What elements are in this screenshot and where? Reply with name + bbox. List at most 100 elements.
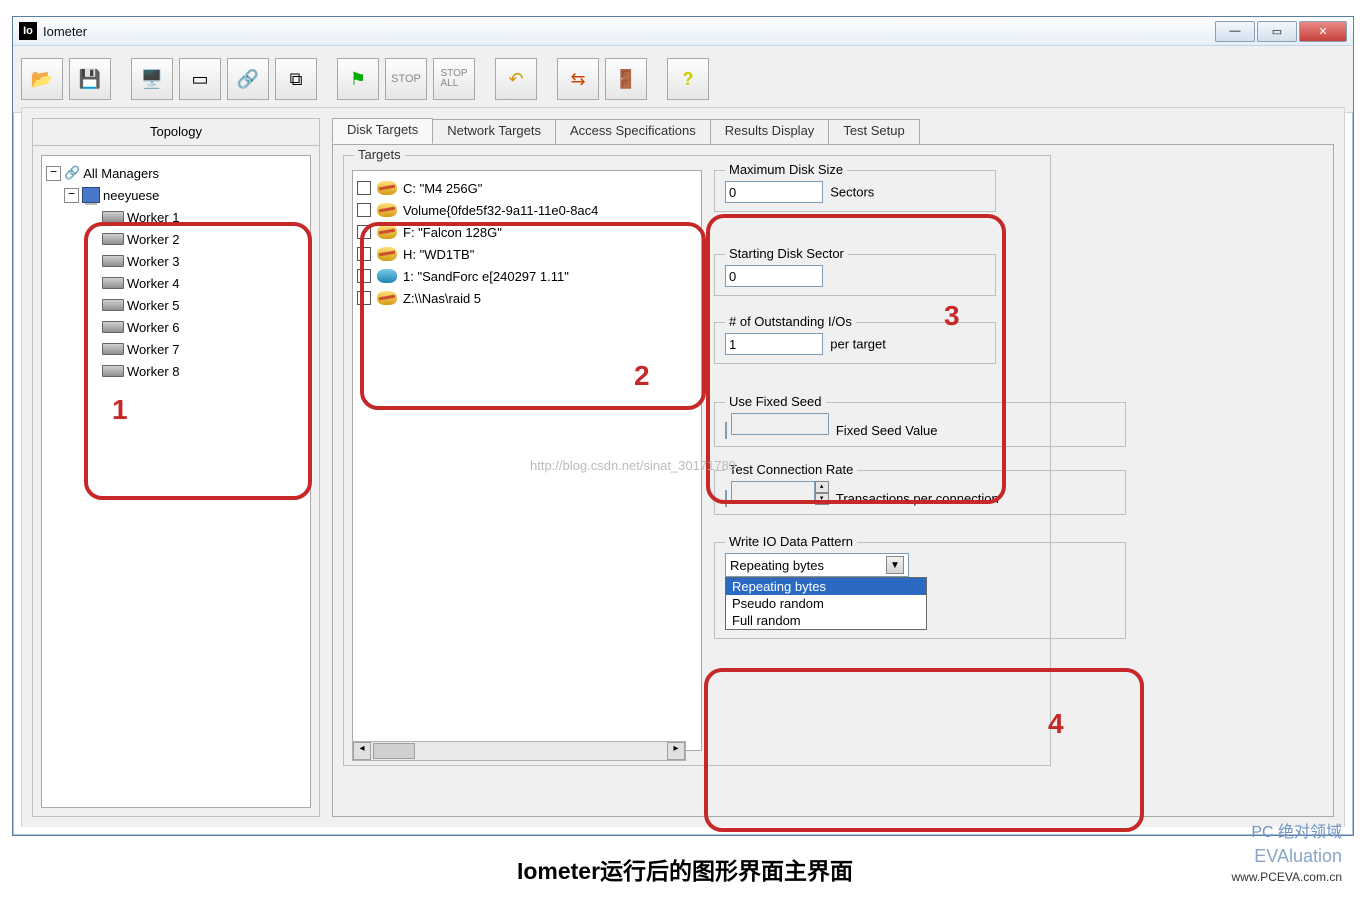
target-label: H: "WD1TB" bbox=[403, 247, 474, 262]
target-label: 1: "SandForc e[240297 1.11" bbox=[403, 269, 569, 284]
exit-icon: 🚪 bbox=[615, 69, 637, 90]
all-managers-icon: 🔗 bbox=[64, 165, 80, 181]
start-flag-icon: ⚑ bbox=[350, 69, 366, 90]
window-title: Iometer bbox=[43, 24, 87, 39]
target-checkbox[interactable] bbox=[357, 181, 371, 195]
write-pattern-select[interactable]: Repeating bytes ▼ bbox=[725, 553, 909, 577]
target-label: C: "M4 256G" bbox=[403, 181, 482, 196]
start-button[interactable]: ⚑ bbox=[337, 58, 379, 100]
fixed-seed-group: Use Fixed Seed Fixed Seed Value bbox=[714, 402, 1126, 447]
tab-access-specs[interactable]: Access Specifications bbox=[555, 119, 711, 145]
disk-icon bbox=[377, 181, 397, 195]
toolbar: 📂 💾 🖥️ ▭ 🔗 ⧉ ⚑ STOP STOPALL ↶ ⇆ 🚪 ? bbox=[13, 46, 1353, 113]
spinner-up-icon[interactable]: ▴ bbox=[815, 481, 829, 493]
edit-icon: ⇆ bbox=[570, 69, 585, 90]
figure-caption: Iometer运行后的图形界面主界面 bbox=[0, 852, 1370, 886]
edit-spec-button[interactable]: ⇆ bbox=[557, 58, 599, 100]
topology-panel: Topology − 🔗 All Managers − neeyuese Wor… bbox=[32, 118, 320, 817]
tab-test-setup[interactable]: Test Setup bbox=[828, 119, 919, 145]
target-item[interactable]: F: "Falcon 128G" bbox=[357, 221, 697, 243]
net-icon: 🔗 bbox=[237, 69, 259, 90]
scroll-right-icon[interactable]: ▸ bbox=[667, 742, 685, 760]
minimize-button[interactable]: — bbox=[1215, 21, 1255, 42]
tree-collapse-icon[interactable]: − bbox=[46, 166, 61, 181]
tree-root[interactable]: All Managers bbox=[83, 166, 159, 181]
disk-icon bbox=[377, 291, 397, 305]
manager-icon bbox=[82, 187, 100, 203]
target-checkbox[interactable] bbox=[357, 269, 371, 283]
target-checkbox[interactable] bbox=[357, 291, 371, 305]
worker-node[interactable]: Worker 6 bbox=[127, 320, 180, 335]
tab-network-targets[interactable]: Network Targets bbox=[432, 119, 556, 145]
worker-icon bbox=[102, 343, 124, 355]
dropdown-option[interactable]: Repeating bytes bbox=[726, 578, 926, 595]
chevron-down-icon: ▼ bbox=[886, 556, 904, 574]
manager-node[interactable]: neeyuese bbox=[103, 188, 159, 203]
conn-rate-input[interactable] bbox=[731, 481, 815, 503]
worker-node[interactable]: Worker 7 bbox=[127, 342, 180, 357]
write-pattern-options[interactable]: Repeating bytes Pseudo random Full rando… bbox=[725, 577, 927, 630]
open-button[interactable]: 📂 bbox=[21, 58, 63, 100]
target-label: F: "Falcon 128G" bbox=[403, 225, 502, 240]
worker-icon bbox=[102, 321, 124, 333]
target-item[interactable]: 1: "SandForc e[240297 1.11" bbox=[357, 265, 697, 287]
titlebar: Io Iometer — ▭ ✕ bbox=[13, 17, 1353, 46]
scroll-thumb[interactable] bbox=[373, 743, 415, 759]
starting-sector-group: Starting Disk Sector 0 bbox=[714, 254, 996, 296]
network-worker-button[interactable]: 🔗 bbox=[227, 58, 269, 100]
fixed-seed-input[interactable] bbox=[731, 413, 829, 435]
open-icon: 📂 bbox=[31, 69, 53, 90]
target-item[interactable]: C: "M4 256G" bbox=[357, 177, 697, 199]
tree-collapse-icon[interactable]: − bbox=[64, 188, 79, 203]
new-manager-button[interactable]: 🖥️ bbox=[131, 58, 173, 100]
tab-disk-targets[interactable]: Disk Targets bbox=[332, 118, 433, 144]
topology-header: Topology bbox=[33, 119, 319, 146]
starting-sector-legend: Starting Disk Sector bbox=[725, 246, 848, 261]
new-worker-button[interactable]: ▭ bbox=[179, 58, 221, 100]
target-checkbox[interactable] bbox=[357, 203, 371, 217]
stop-all-button[interactable]: STOPALL bbox=[433, 58, 475, 100]
target-item[interactable]: Volume{0fde5f32-9a11-11e0-8ac4 bbox=[357, 199, 697, 221]
target-checkbox[interactable] bbox=[357, 247, 371, 261]
worker-node[interactable]: Worker 4 bbox=[127, 276, 180, 291]
tab-results-display[interactable]: Results Display bbox=[710, 119, 830, 145]
reset-button[interactable]: ↶ bbox=[495, 58, 537, 100]
dropdown-option[interactable]: Pseudo random bbox=[726, 595, 926, 612]
exit-button[interactable]: 🚪 bbox=[605, 58, 647, 100]
worker-node[interactable]: Worker 5 bbox=[127, 298, 180, 313]
worker-node[interactable]: Worker 8 bbox=[127, 364, 180, 379]
conn-rate-label: Transactions per connection bbox=[836, 491, 999, 506]
close-button[interactable]: ✕ bbox=[1299, 21, 1347, 42]
maximize-button[interactable]: ▭ bbox=[1257, 21, 1297, 42]
max-disk-size-input[interactable]: 0 bbox=[725, 181, 823, 203]
max-disk-size-group: Maximum Disk Size 0 Sectors bbox=[714, 170, 996, 212]
help-button[interactable]: ? bbox=[667, 58, 709, 100]
target-item[interactable]: Z:\\Nas\raid 5 bbox=[357, 287, 697, 309]
disk-icon bbox=[377, 269, 397, 283]
dropdown-option[interactable]: Full random bbox=[726, 612, 926, 629]
app-icon: Io bbox=[19, 22, 37, 40]
horizontal-scrollbar[interactable]: ◂ ▸ bbox=[352, 741, 686, 761]
tab-bar: Disk Targets Network Targets Access Spec… bbox=[332, 118, 1334, 144]
outstanding-io-input[interactable]: 1 bbox=[725, 333, 823, 355]
topology-tree[interactable]: − 🔗 All Managers − neeyuese Worker 1 Wor… bbox=[41, 155, 311, 808]
stop-button[interactable]: STOP bbox=[385, 58, 427, 100]
max-disk-size-legend: Maximum Disk Size bbox=[725, 162, 847, 177]
fixed-seed-checkbox[interactable] bbox=[725, 422, 727, 439]
conn-rate-checkbox[interactable] bbox=[725, 490, 727, 507]
reset-icon: ↶ bbox=[508, 69, 523, 90]
worker-node[interactable]: Worker 1 bbox=[127, 210, 180, 225]
save-button[interactable]: 💾 bbox=[69, 58, 111, 100]
spinner-down-icon[interactable]: ▾ bbox=[815, 493, 829, 505]
scroll-left-icon[interactable]: ◂ bbox=[353, 742, 371, 760]
conn-rate-legend: Test Connection Rate bbox=[725, 462, 857, 477]
starting-sector-input[interactable]: 0 bbox=[725, 265, 823, 287]
worker-node[interactable]: Worker 3 bbox=[127, 254, 180, 269]
worker-node[interactable]: Worker 2 bbox=[127, 232, 180, 247]
disk-icon bbox=[377, 225, 397, 239]
worker-icon bbox=[102, 255, 124, 267]
target-item[interactable]: H: "WD1TB" bbox=[357, 243, 697, 265]
target-checkbox[interactable] bbox=[357, 225, 371, 239]
duplicate-worker-button[interactable]: ⧉ bbox=[275, 58, 317, 100]
site-watermark: PC 绝对领域 EVAluation www.PCEVA.com.cn bbox=[1232, 822, 1342, 886]
